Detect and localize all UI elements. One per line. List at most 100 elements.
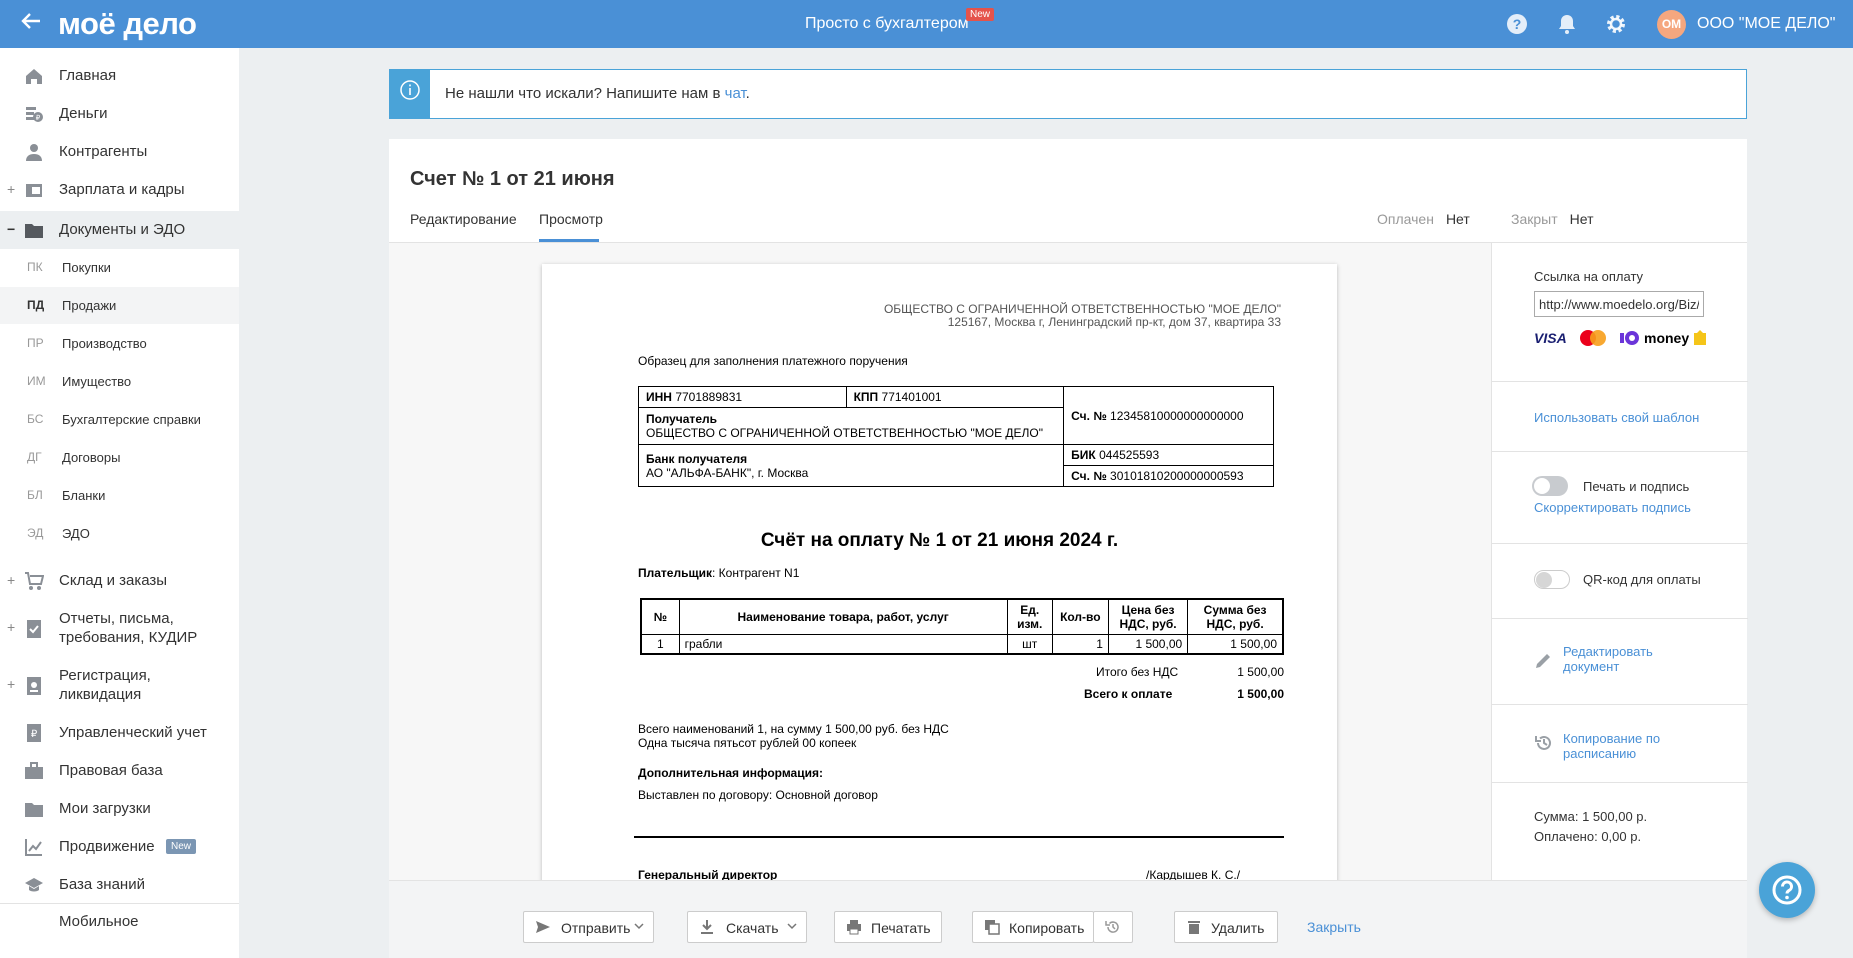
totals-section: Сумма: 1 500,00 р. Оплачено: 0,00 р. xyxy=(1492,783,1748,880)
money-logo: money xyxy=(1644,330,1690,346)
sidebar-item-warehouse[interactable]: + Склад и заказы xyxy=(0,571,239,601)
new-badge: New xyxy=(966,8,995,21)
sidebar-item-promotion[interactable]: Продвижение New xyxy=(0,837,239,867)
sidebar-item-documents[interactable]: − Документы и ЭДО xyxy=(0,211,239,249)
sidebar-subitem-forms[interactable]: БЛ Бланки xyxy=(0,477,239,514)
qr-label: QR-код для оплаты xyxy=(1583,572,1701,587)
accountant-service-link[interactable]: Просто с бухгалтером xyxy=(805,15,969,33)
user-avatar[interactable]: ОМ xyxy=(1657,10,1686,39)
sidebar-item-money[interactable]: ₽ Деньги xyxy=(0,104,239,134)
help-chat-button[interactable] xyxy=(1759,862,1815,918)
printer-icon xyxy=(846,919,862,935)
chevron-down-icon xyxy=(787,919,797,936)
cart-icon xyxy=(24,571,45,591)
sidebar-item-salary[interactable]: + Зарплата и кадры xyxy=(0,180,239,210)
company-name[interactable]: ООО "МОЕ ДЕЛО" xyxy=(1697,15,1835,33)
chat-link[interactable]: чат xyxy=(725,85,746,102)
history-icon xyxy=(1105,919,1121,935)
yoomoney-icon xyxy=(1619,329,1641,352)
schedule-copy-link[interactable]: Копирование по расписанию xyxy=(1563,731,1660,761)
sidebar-item-knowledge[interactable]: База знаний xyxy=(0,875,239,905)
sidebar-item-mobile[interactable]: Мобильное xyxy=(0,903,239,958)
svg-text:₽: ₽ xyxy=(31,729,38,740)
management-icon: ₽ xyxy=(24,723,44,743)
sbp-icon xyxy=(1692,329,1708,352)
report-icon xyxy=(24,619,44,639)
mastercard-logo xyxy=(1577,329,1609,352)
send-icon xyxy=(535,919,551,935)
trash-icon xyxy=(1186,919,1202,935)
pencil-icon xyxy=(1534,652,1552,675)
send-button[interactable]: Отправить xyxy=(523,911,654,943)
print-sign-toggle[interactable] xyxy=(1532,476,1568,496)
total-due-label: Всего к оплате xyxy=(1084,687,1173,701)
org-address: 125167, Москва г, Ленинградский пр-кт, д… xyxy=(947,315,1281,329)
tab-edit[interactable]: Редактирование xyxy=(410,211,517,227)
sample-caption: Образец для заполнения платежного поруче… xyxy=(638,354,908,368)
page-title: Счет № 1 от 21 июня xyxy=(410,168,615,190)
use-template-link[interactable]: Использовать свой шаблон xyxy=(1534,410,1699,425)
banner-text: Не нашли что искали? Напишите нам в чат. xyxy=(445,85,750,102)
info-banner: Не нашли что искали? Напишите нам в чат. xyxy=(389,69,1747,119)
closed-status: Закрыт Нет xyxy=(1511,211,1594,227)
settings-gear-icon[interactable] xyxy=(1605,13,1627,35)
sidebar-subitem-edo[interactable]: ЭД ЭДО xyxy=(0,515,239,552)
copy-button[interactable]: Копировать xyxy=(972,911,1094,943)
payment-link-section: Ссылка на оплату VISA money xyxy=(1492,243,1748,382)
chevron-down-icon xyxy=(634,919,644,936)
sidebar-item-contractors[interactable]: Контрагенты xyxy=(0,142,239,172)
help-icon[interactable]: ? xyxy=(1506,13,1528,35)
extra-info: Выставлен по договору: Основной договор xyxy=(638,788,878,802)
total-no-vat-label: Итого без НДС xyxy=(1096,665,1179,679)
close-link[interactable]: Закрыть xyxy=(1307,919,1361,935)
table-row: 1 грабли шт 1 1 500,00 1 500,00 xyxy=(640,634,1284,655)
payment-link-field[interactable] xyxy=(1534,291,1704,317)
sidebar-item-uploads[interactable]: Мои загрузки xyxy=(0,799,239,829)
sidebar-subitem-production[interactable]: ПР Производство xyxy=(0,325,239,362)
new-badge: New xyxy=(166,839,197,854)
invoice-paper: ОБЩЕСТВО С ОГРАНИЧЕННОЙ ОТВЕТСТВЕННОСТЬЮ… xyxy=(542,264,1337,880)
invoice-title: Счёт на оплату № 1 от 21 июня 2024 г. xyxy=(760,530,1119,551)
template-section: Использовать свой шаблон xyxy=(1492,382,1748,452)
bell-icon[interactable] xyxy=(1556,13,1578,35)
visa-logo: VISA xyxy=(1534,330,1567,346)
copy-history-button[interactable] xyxy=(1093,911,1133,943)
qr-toggle[interactable] xyxy=(1534,570,1570,589)
sidebar-item-management[interactable]: ₽ Управленческий учет xyxy=(0,723,239,753)
tab-preview[interactable]: Просмотр xyxy=(539,211,603,227)
sidebar-item-legal[interactable]: Правовая база xyxy=(0,761,239,791)
qr-section: QR-код для оплаты xyxy=(1492,544,1748,619)
copy-icon xyxy=(984,919,1000,935)
invoice-card: Счет № 1 от 21 июня Редактирование Просм… xyxy=(389,139,1748,880)
sidebar-subitem-sales[interactable]: ПД Продажи xyxy=(0,287,239,324)
delete-button[interactable]: Удалить xyxy=(1174,911,1278,943)
bank-details-table: ИНН 7701889831 КПП 771401001 Сч. № 12345… xyxy=(637,386,1274,487)
adjust-signature-link[interactable]: Скорректировать подпись xyxy=(1534,500,1691,515)
app-logo[interactable]: моё дело xyxy=(58,6,197,42)
question-icon xyxy=(1772,875,1802,905)
svg-text:₽: ₽ xyxy=(36,114,41,122)
document-preview: ОБЩЕСТВО С ОГРАНИЧЕННОЙ ОТВЕТСТВЕННОСТЬЮ… xyxy=(389,243,1491,880)
sidebar-item-reports[interactable]: + Отчеты, письма, требования, КУДИР xyxy=(0,609,239,653)
contractor-icon xyxy=(24,142,44,162)
money-icon: ₽ xyxy=(24,104,44,124)
signature-section: Печать и подпись Скорректировать подпись xyxy=(1492,452,1748,544)
sidebar-subitem-purchases[interactable]: ПК Покупки xyxy=(0,249,239,286)
print-button[interactable]: Печатать xyxy=(834,911,942,943)
download-button[interactable]: Скачать xyxy=(687,911,807,943)
director-name: /Кардышев К. С./ xyxy=(1146,868,1241,880)
edit-document-link[interactable]: Редактировать документ xyxy=(1563,644,1653,674)
schedule-section: Копирование по расписанию xyxy=(1492,705,1748,783)
briefcase-icon xyxy=(24,761,44,781)
salary-icon xyxy=(24,180,44,200)
back-arrow-icon[interactable] xyxy=(20,10,42,36)
sidebar-item-home[interactable]: Главная xyxy=(0,66,239,96)
sidebar-item-registration[interactable]: + Регистрация, ликвидация xyxy=(0,666,239,710)
signature-divider xyxy=(634,836,1284,838)
sidebar-subitem-property[interactable]: ИМ Имущество xyxy=(0,363,239,400)
paid-value: Оплачено: 0,00 р. xyxy=(1534,829,1642,844)
sidebar-subitem-contracts[interactable]: ДГ Договоры xyxy=(0,439,239,476)
total-no-vat-value: 1 500,00 xyxy=(1237,665,1284,679)
action-bar: Отправить Скачать Печатать Копировать Уд… xyxy=(389,880,1747,958)
sidebar-subitem-accounting-notes[interactable]: БС Бухгалтерские справки xyxy=(0,401,239,438)
